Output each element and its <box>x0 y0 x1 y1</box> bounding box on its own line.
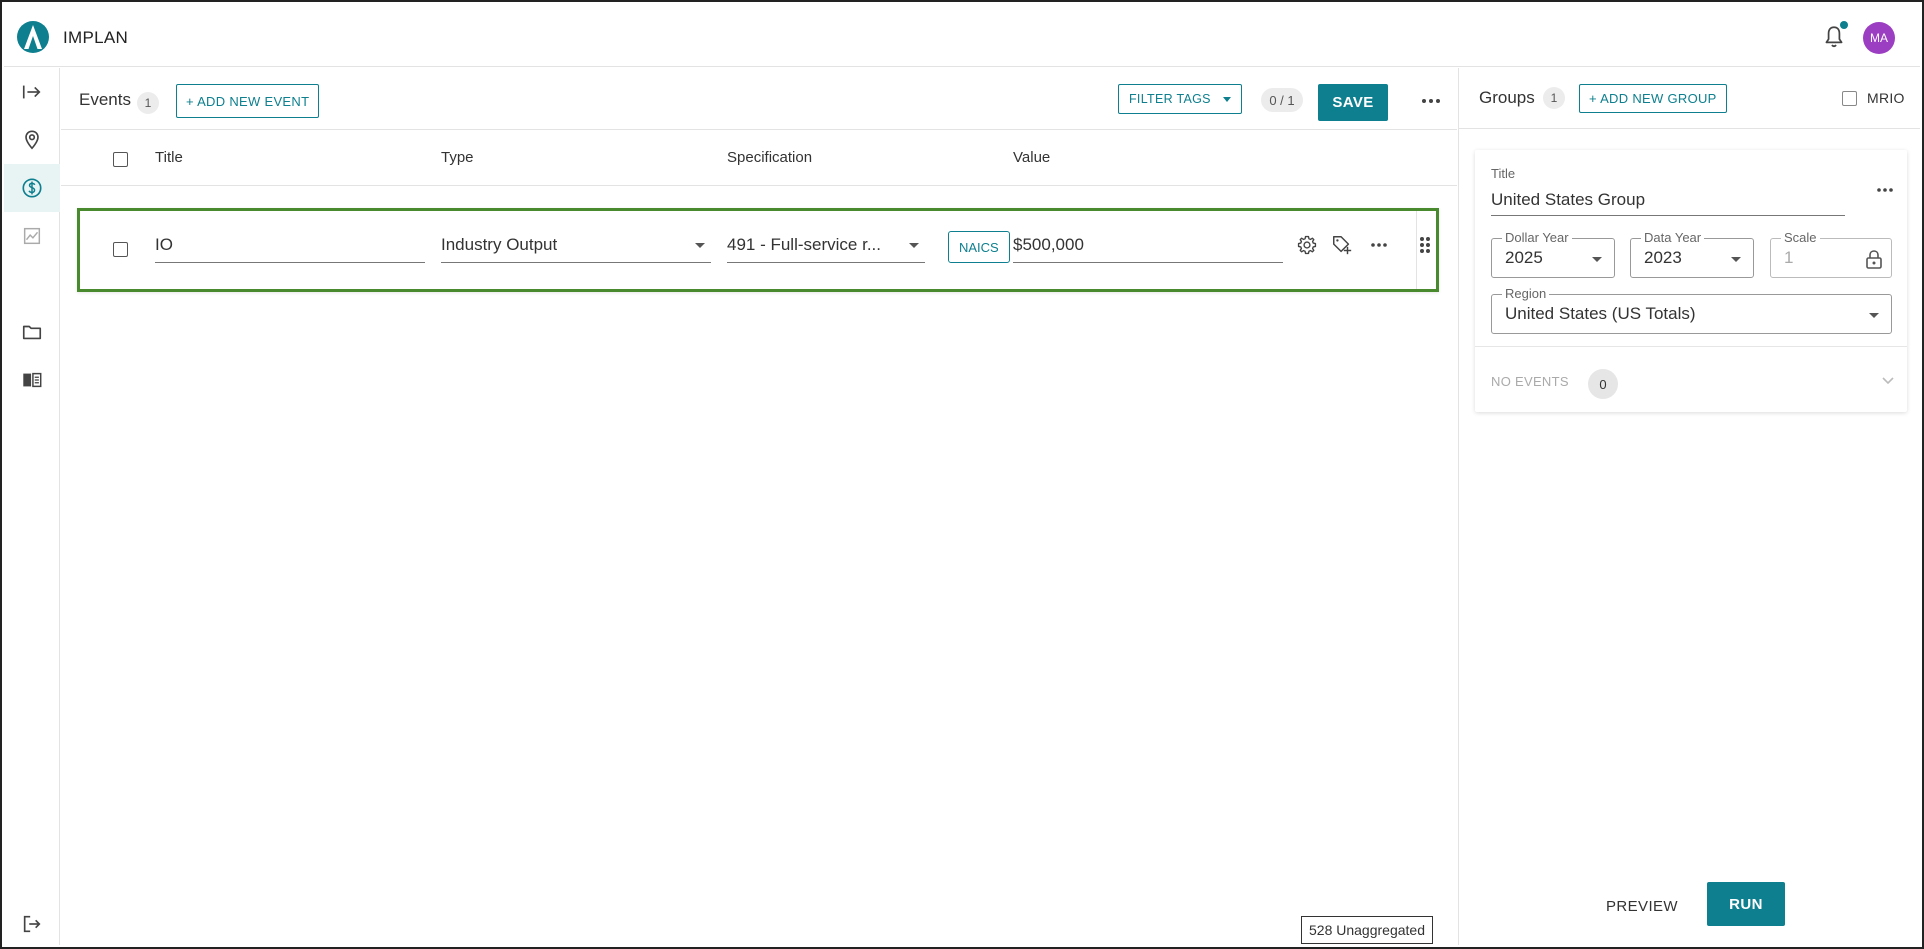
event-add-tag-button[interactable] <box>1330 233 1354 257</box>
no-events-label: NO EVENTS <box>1491 374 1569 389</box>
event-title-input[interactable]: IO <box>155 227 425 263</box>
dollar-year-select[interactable]: Dollar Year 2025 <box>1491 230 1615 278</box>
event-type-value: Industry Output <box>441 234 558 254</box>
column-header-type: Type <box>441 149 474 166</box>
select-all-checkbox[interactable] <box>113 152 128 167</box>
events-more-button[interactable] <box>1417 87 1445 115</box>
event-value: $500,000 <box>1013 234 1084 254</box>
event-specification-select[interactable]: 491 - Full-service r... <box>727 227 925 263</box>
event-row[interactable]: IO Industry Output 491 - Full-service r.… <box>77 208 1439 292</box>
more-horizontal-icon <box>1877 188 1893 192</box>
book-icon <box>23 372 42 388</box>
nav-impacts[interactable] <box>4 164 60 212</box>
caret-down-icon <box>1731 257 1741 262</box>
events-header: Events 1 + ADD NEW EVENT FILTER TAGS 0 /… <box>61 68 1457 130</box>
no-events-count-badge: 0 <box>1588 369 1618 399</box>
nav-projects[interactable] <box>4 308 60 356</box>
more-horizontal-icon <box>1371 243 1387 247</box>
drag-handle-icon <box>1420 237 1430 253</box>
group-card: Title United States Group Dollar Year 20… <box>1475 150 1907 412</box>
nav-support[interactable] <box>4 356 60 404</box>
region-label: Region <box>1502 286 1550 301</box>
folder-icon <box>22 325 42 340</box>
save-button[interactable]: SAVE <box>1318 84 1388 121</box>
caret-down-icon <box>695 243 705 248</box>
group-title-label: Title <box>1491 166 1516 181</box>
dollar-year-label: Dollar Year <box>1502 230 1572 245</box>
event-type-select[interactable]: Industry Output <box>441 227 711 263</box>
run-button[interactable]: RUN <box>1707 882 1785 926</box>
scale-value: 1 <box>1784 248 1794 267</box>
group-more-button[interactable] <box>1871 176 1899 204</box>
caret-down-icon <box>909 243 919 248</box>
caret-down-icon <box>1869 313 1879 318</box>
event-specification-value: 491 - Full-service r... <box>727 234 881 254</box>
dollar-year-value: 2025 <box>1505 248 1543 267</box>
selected-ratio-badge: 0 / 1 <box>1261 88 1303 112</box>
avatar[interactable]: MA <box>1863 22 1895 54</box>
expand-icon <box>22 85 41 99</box>
more-horizontal-icon <box>1422 99 1440 103</box>
caret-down-icon <box>1222 96 1231 102</box>
data-year-value: 2023 <box>1644 248 1682 267</box>
add-new-group-button[interactable]: + ADD NEW GROUP <box>1579 84 1727 113</box>
filter-tags-dropdown[interactable]: FILTER TAGS <box>1118 84 1242 114</box>
groups-header: Groups 1 + ADD NEW GROUP MRIO <box>1459 68 1920 129</box>
chart-icon <box>23 227 41 245</box>
app-window: IMPLAN MA Events 1 + ADD NEW EVENT FILTE… <box>0 0 1924 949</box>
groups-title: Groups <box>1479 88 1535 107</box>
data-year-select[interactable]: Data Year 2023 <box>1630 230 1754 278</box>
location-pin-icon <box>25 130 39 150</box>
column-header-specification: Specification <box>727 149 813 166</box>
column-header-title: Title <box>155 149 183 166</box>
group-title-value: United States Group <box>1491 189 1646 209</box>
app-name: IMPLAN <box>63 28 129 47</box>
filter-tags-label: FILTER TAGS <box>1129 92 1211 106</box>
mrio-checkbox[interactable] <box>1842 91 1857 106</box>
add-tag-icon <box>1333 236 1352 255</box>
event-title-value: IO <box>155 234 173 254</box>
event-row-checkbox[interactable] <box>113 242 128 257</box>
implan-logo-icon <box>17 21 49 53</box>
card-divider <box>1475 346 1907 347</box>
groups-panel: Groups 1 + ADD NEW GROUP MRIO Title Unit… <box>1458 68 1920 945</box>
scale-label: Scale <box>1781 230 1820 245</box>
events-panel: Events 1 + ADD NEW EVENT FILTER TAGS 0 /… <box>61 68 1457 945</box>
table-header: Title Type Specification Value <box>61 131 1457 186</box>
events-title: Events <box>79 90 131 109</box>
nav-results[interactable] <box>4 212 60 260</box>
event-settings-button[interactable] <box>1295 233 1319 257</box>
preview-button[interactable]: PREVIEW <box>1596 885 1688 927</box>
left-nav <box>4 68 60 945</box>
nav-expand[interactable] <box>4 68 60 116</box>
column-header-value: Value <box>1013 149 1051 166</box>
nav-location[interactable] <box>4 116 60 164</box>
gear-icon <box>1297 235 1317 255</box>
region-select[interactable]: Region United States (US Totals) <box>1491 286 1892 334</box>
add-new-event-button[interactable]: + ADD NEW EVENT <box>176 84 320 118</box>
drag-handle[interactable] <box>1413 233 1437 257</box>
caret-down-icon <box>1592 257 1602 262</box>
top-bar: IMPLAN MA <box>4 4 1920 67</box>
group-title-input[interactable]: United States Group <box>1491 184 1845 216</box>
naics-button[interactable]: NAICS <box>948 231 1010 263</box>
lock-icon[interactable] <box>1865 249 1883 269</box>
unaggregated-count-badge: 528 Unaggregated <box>1301 916 1433 944</box>
event-value-input[interactable]: $500,000 <box>1013 227 1283 263</box>
chevron-down-icon[interactable] <box>1879 372 1897 390</box>
event-more-button[interactable] <box>1367 233 1391 257</box>
nav-logout[interactable] <box>4 900 60 947</box>
groups-count-badge: 1 <box>1543 87 1565 109</box>
region-value: United States (US Totals) <box>1505 304 1696 323</box>
data-year-label: Data Year <box>1641 230 1705 245</box>
events-count-badge: 1 <box>137 92 159 114</box>
logout-icon <box>23 915 41 933</box>
dollar-icon <box>22 178 42 198</box>
scale-input: Scale 1 <box>1770 230 1892 278</box>
mrio-label: MRIO <box>1867 90 1905 106</box>
notification-dot <box>1840 21 1848 29</box>
